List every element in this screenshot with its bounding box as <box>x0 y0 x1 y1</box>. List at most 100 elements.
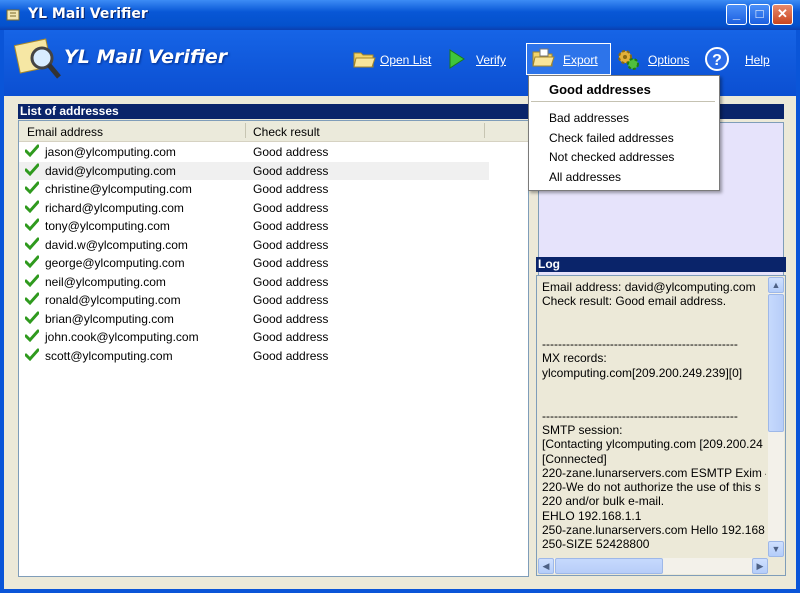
options-button[interactable]: Options <box>616 45 696 73</box>
address-row[interactable]: brian@ylcomputing.com Good address <box>19 310 489 328</box>
result-cell: Good address <box>253 219 329 233</box>
log-vertical-scrollbar[interactable]: ▲ ▼ <box>768 277 784 557</box>
check-icon <box>25 237 39 250</box>
address-row[interactable]: david@ylcomputing.com Good address <box>19 161 489 180</box>
maximize-button[interactable]: □ <box>749 4 770 25</box>
result-cell: Good address <box>253 274 329 289</box>
scroll-thumb[interactable] <box>768 294 784 432</box>
gears-icon <box>618 50 639 70</box>
result-cell: Good address <box>253 145 329 159</box>
log-title: Log <box>536 257 786 272</box>
hscroll-thumb[interactable] <box>555 558 663 574</box>
result-cell: Good address <box>253 293 329 307</box>
email-cell: brian@ylcomputing.com <box>45 311 174 326</box>
check-icon <box>25 181 39 195</box>
window-title: YL Mail Verifier <box>28 6 148 22</box>
list-panel-title: List of addresses <box>18 104 529 119</box>
minimize-button[interactable]: _ <box>726 4 747 25</box>
menu-not-checked-addresses[interactable]: Not checked addresses <box>549 150 674 164</box>
export-label: Export <box>563 53 598 67</box>
svg-text:?: ? <box>712 52 722 69</box>
address-row[interactable]: jason@ylcomputing.com Good address <box>19 143 489 161</box>
app-icon <box>6 9 20 21</box>
verify-label: Verify <box>476 53 507 67</box>
check-icon <box>25 218 39 232</box>
email-cell: scott@ylcomputing.com <box>45 348 173 363</box>
close-button[interactable]: ✕ <box>772 4 793 25</box>
brand-name: YL Mail Verifier <box>64 46 228 68</box>
log-panel[interactable]: Email address: david@ylcomputing.com Che… <box>536 275 786 576</box>
scroll-right-icon[interactable]: ▶ <box>752 558 768 574</box>
verify-button[interactable]: Verify <box>444 45 512 73</box>
email-cell: tony@ylcomputing.com <box>45 219 170 233</box>
check-icon <box>25 329 39 343</box>
address-row[interactable]: ronald@ylcomputing.com Good address <box>19 291 489 309</box>
result-cell: Good address <box>253 200 329 215</box>
address-row[interactable]: david.w@ylcomputing.com Good address <box>19 236 489 254</box>
email-cell: david.w@ylcomputing.com <box>45 237 188 252</box>
result-cell: Good address <box>253 182 329 196</box>
menu-good-addresses[interactable]: Good addresses <box>549 82 651 97</box>
address-list[interactable]: Email address Check result jason@ylcompu… <box>18 120 529 577</box>
check-icon <box>25 144 39 158</box>
column-divider[interactable] <box>245 123 246 138</box>
check-icon <box>25 255 39 269</box>
help-icon: ? <box>705 47 729 71</box>
menu-check-failed-addresses[interactable]: Check failed addresses <box>549 131 674 145</box>
app-logo-icon <box>14 38 61 79</box>
address-row[interactable]: john.cook@ylcomputing.com Good address <box>19 328 489 346</box>
column-header: Email address Check result <box>19 121 528 142</box>
export-dropdown-menu: Good addresses Bad addresses Check faile… <box>528 75 720 191</box>
email-cell: jason@ylcomputing.com <box>45 145 176 159</box>
app-window: YL Mail Verifier _ □ ✕ YL Mail Verifier … <box>0 0 800 593</box>
folder-export-icon <box>532 48 555 67</box>
address-row[interactable]: neil@ylcomputing.com Good address <box>19 273 489 291</box>
check-icon <box>25 200 39 213</box>
menu-all-addresses[interactable]: All addresses <box>549 170 621 184</box>
address-row[interactable]: christine@ylcomputing.com Good address <box>19 180 489 198</box>
check-icon <box>25 348 39 361</box>
folder-open-icon <box>353 52 376 68</box>
result-cell: Good address <box>253 163 329 178</box>
right-panel-header <box>718 104 784 119</box>
email-cell: david@ylcomputing.com <box>45 163 176 178</box>
address-row[interactable]: richard@ylcomputing.com Good address <box>19 199 489 217</box>
menu-separator <box>531 101 715 102</box>
result-cell: Good address <box>253 311 329 326</box>
result-cell: Good address <box>253 348 329 363</box>
log-text: Email address: david@ylcomputing.com Che… <box>542 280 766 552</box>
help-button[interactable]: ? Help <box>704 45 774 73</box>
column-divider[interactable] <box>484 123 485 138</box>
result-cell: Good address <box>253 237 329 252</box>
email-cell: richard@ylcomputing.com <box>45 200 184 215</box>
open-list-label: Open List <box>380 53 432 67</box>
open-list-button[interactable]: Open List <box>352 45 432 73</box>
email-cell: christine@ylcomputing.com <box>45 182 192 196</box>
play-icon <box>449 49 465 69</box>
help-label: Help <box>745 53 770 67</box>
result-cell: Good address <box>253 256 329 270</box>
scroll-down-icon[interactable]: ▼ <box>768 541 784 557</box>
menu-bad-addresses[interactable]: Bad addresses <box>549 111 629 125</box>
options-label: Options <box>648 53 690 67</box>
check-icon <box>25 274 39 287</box>
col-email-header[interactable]: Email address <box>27 125 103 139</box>
email-cell: george@ylcomputing.com <box>45 256 185 270</box>
scroll-up-icon[interactable]: ▲ <box>768 277 784 293</box>
email-cell: neil@ylcomputing.com <box>45 274 166 289</box>
email-cell: john.cook@ylcomputing.com <box>45 330 199 344</box>
check-icon <box>25 163 39 176</box>
email-cell: ronald@ylcomputing.com <box>45 293 181 307</box>
result-cell: Good address <box>253 330 329 344</box>
title-bar[interactable]: YL Mail Verifier _ □ ✕ <box>0 0 800 30</box>
scroll-left-icon[interactable]: ◀ <box>538 558 554 574</box>
check-icon <box>25 311 39 324</box>
client-area: YL Mail Verifier Open List Verify Export… <box>4 30 796 589</box>
log-horizontal-scrollbar[interactable]: ◀ ▶ <box>538 558 768 574</box>
address-row[interactable]: george@ylcomputing.com Good address <box>19 254 489 272</box>
export-button[interactable]: Export <box>526 43 611 75</box>
col-result-header[interactable]: Check result <box>253 125 320 139</box>
address-row[interactable]: scott@ylcomputing.com Good address <box>19 347 489 365</box>
address-row[interactable]: tony@ylcomputing.com Good address <box>19 217 489 235</box>
check-icon <box>25 292 39 306</box>
